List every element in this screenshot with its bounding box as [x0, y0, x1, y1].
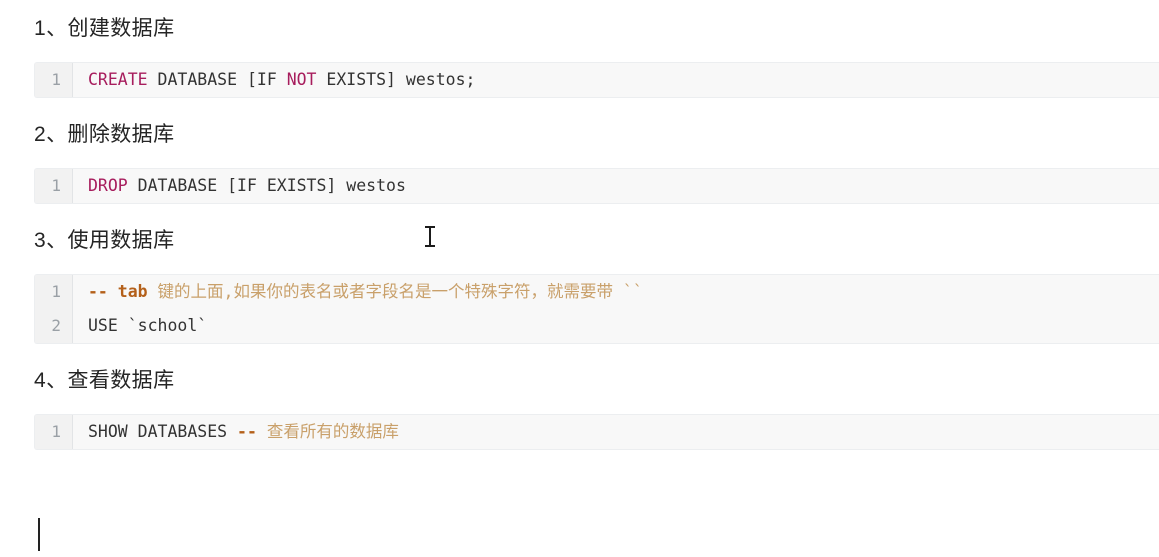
text-insertion-caret [38, 518, 40, 551]
section-heading: 1、创建数据库 [34, 17, 175, 40]
code-token: 键的上面,如果你的表名或者字段名是一个特殊字符，就需要带 `` [147, 282, 643, 301]
code-token: CREATE [88, 70, 148, 89]
code-token: DROP [88, 176, 128, 195]
sections-container: 1、创建数据库 1 CREATE DATABASE [IF NOT EXISTS] … [0, 14, 1159, 450]
code-line: 1 DROP DATABASE [IF EXISTS] westos [35, 169, 1159, 203]
code-token: NOT [286, 70, 317, 89]
code-block[interactable]: 1 DROP DATABASE [IF EXISTS] westos [34, 168, 1159, 204]
code-block[interactable]: 1 SHOW DATABASES -- 查看所有的数据库 [34, 414, 1159, 450]
code-token: DATABASE [IF [147, 70, 287, 89]
line-number: 1 [35, 169, 73, 203]
code-line: 1 SHOW DATABASES -- 查看所有的数据库 [35, 415, 1159, 449]
code-line-content: DROP DATABASE [IF EXISTS] westos [73, 169, 1159, 203]
code-block[interactable]: 1 -- tab 键的上面,如果你的表名或者字段名是一个特殊字符，就需要带 `` 2… [34, 274, 1159, 344]
code-line-content: -- tab 键的上面,如果你的表名或者字段名是一个特殊字符，就需要带 `` [73, 275, 1159, 309]
code-token: SHOW DATABASES [88, 422, 238, 441]
code-token: -- [237, 422, 257, 441]
code-block[interactable]: 1 CREATE DATABASE [IF NOT EXISTS] westos; [34, 62, 1159, 98]
code-line-content: CREATE DATABASE [IF NOT EXISTS] westos; [73, 63, 1159, 97]
code-token: -- tab [88, 282, 148, 301]
code-line: 1 -- tab 键的上面,如果你的表名或者字段名是一个特殊字符，就需要带 `` [35, 275, 1159, 309]
section-heading: 3、使用数据库 [34, 229, 175, 252]
code-line: 1 CREATE DATABASE [IF NOT EXISTS] westos; [35, 63, 1159, 97]
code-token: USE `school` [88, 316, 208, 335]
code-line: 2 USE `school` [35, 309, 1159, 343]
code-token: DATABASE [IF EXISTS] westos [127, 176, 406, 195]
section-heading: 2、删除数据库 [34, 123, 175, 146]
code-line-content: SHOW DATABASES -- 查看所有的数据库 [73, 415, 1159, 449]
code-token: EXISTS] westos; [316, 70, 476, 89]
code-line-content: USE `school` [73, 309, 1159, 343]
code-token: 查看所有的数据库 [256, 422, 399, 441]
markdown-article-page: 1、创建数据库 1 CREATE DATABASE [IF NOT EXISTS] … [0, 0, 1159, 557]
section-heading: 4、查看数据库 [34, 369, 175, 392]
line-number: 1 [35, 415, 73, 449]
line-number: 1 [35, 63, 73, 97]
line-number: 1 [35, 275, 73, 309]
line-number: 2 [35, 309, 73, 343]
